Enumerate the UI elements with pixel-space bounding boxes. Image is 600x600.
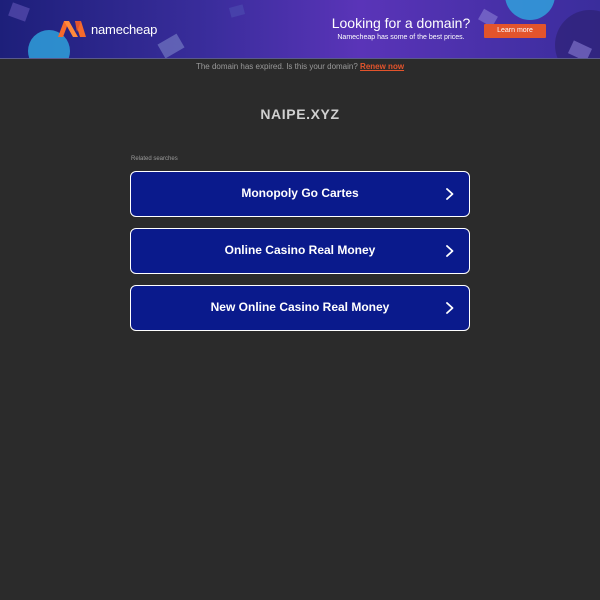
decorative-shape [228,4,246,18]
promo-text: Looking for a domain? Namecheap has some… [330,14,472,43]
namecheap-logo-icon [58,21,86,37]
chevron-right-icon [446,188,454,200]
related-search-label: Online Casino Real Money [224,243,376,257]
chevron-right-icon [446,302,454,314]
namecheap-logo[interactable]: namecheap [57,20,157,38]
renew-now-link[interactable]: Renew now [360,62,404,71]
related-search-label: New Online Casino Real Money [210,300,390,314]
expiry-notice: The domain has expired. Is this your dom… [0,62,600,71]
related-search-label: Monopoly Go Cartes [241,186,359,200]
decorative-shape [157,33,185,58]
learn-more-button[interactable]: Learn more [484,24,546,38]
expiry-notice-text: The domain has expired. Is this your dom… [195,62,358,71]
related-search-item[interactable]: Monopoly Go Cartes [130,171,470,217]
promo-title: Looking for a domain? [331,15,471,31]
related-search-item[interactable]: New Online Casino Real Money [130,285,470,331]
related-searches-label: Related searches [131,156,178,162]
domain-name: NAIPE.XYZ [260,106,340,122]
chevron-right-icon [446,245,454,257]
related-search-list: Monopoly Go Cartes Online Casino Real Mo… [130,171,470,342]
related-search-item[interactable]: Online Casino Real Money [130,228,470,274]
promo-subtitle: Namecheap has some of the best prices. [337,34,465,41]
decorative-circle [505,0,555,20]
promo-banner: namecheap Looking for a domain? Namechea… [0,0,600,59]
brand-name: namecheap [91,21,158,37]
decorative-shape [8,2,30,22]
